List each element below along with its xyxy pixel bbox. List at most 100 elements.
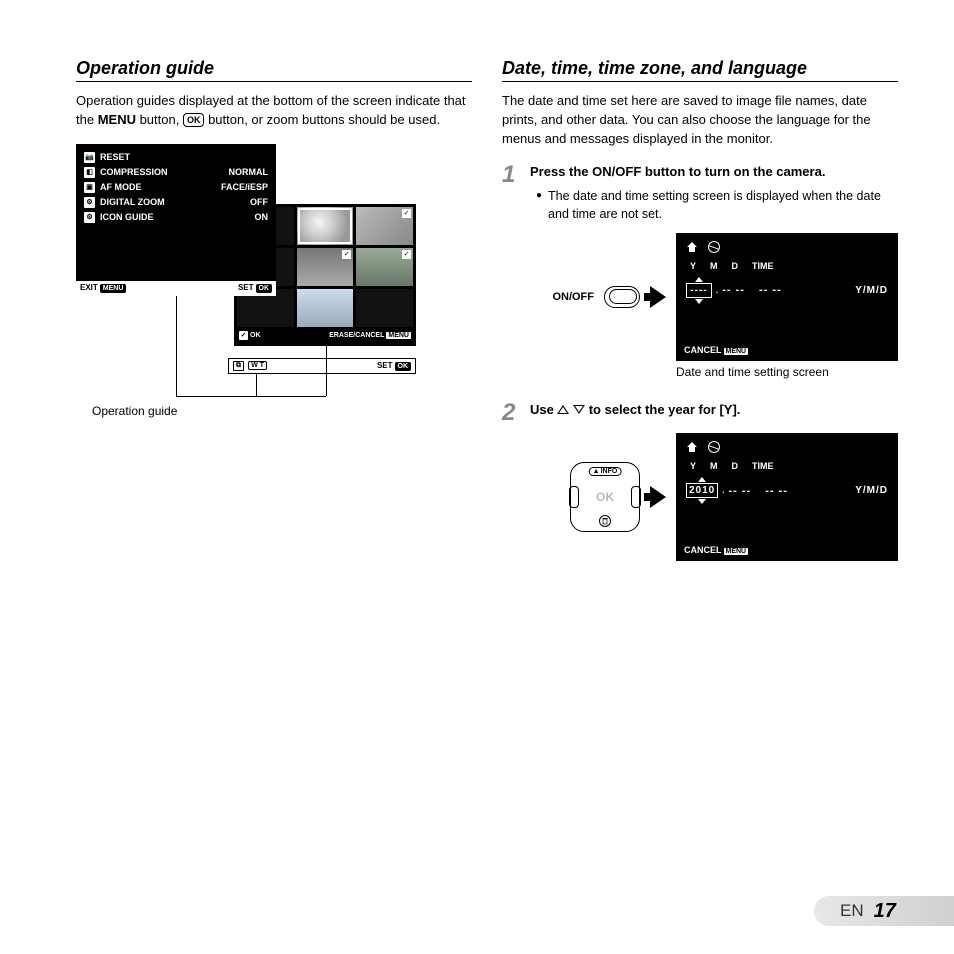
step1-figure: ON/OFF Y M D TIME [530, 233, 898, 361]
triangle-up-icon [695, 277, 703, 282]
check-icon: ✓ [402, 209, 411, 218]
af-icon: ▣ [84, 182, 95, 193]
thumb: ✓ [297, 248, 354, 286]
triangle-down-icon [573, 405, 585, 414]
left-title: Operation guide [76, 58, 472, 82]
menu-value: FACE/iESP [221, 182, 268, 192]
step-text: Press the [530, 164, 592, 179]
set-label: SET [238, 283, 254, 292]
step1-caption: Date and time setting screen [676, 365, 898, 379]
cancel-label: CANCEL [684, 345, 722, 355]
menu-row: ⚙ DIGITAL ZOOM OFF [84, 195, 268, 210]
intro-text3: button, or zoom buttons should be used. [204, 112, 440, 127]
thumb [297, 289, 354, 327]
month-dash: -- -- [722, 284, 745, 296]
figure-caption: Operation guide [92, 404, 177, 418]
menu-row: ◧ COMPRESSION NORMAL [84, 165, 268, 180]
left-intro: Operation guides displayed at the bottom… [76, 92, 472, 130]
thumb [356, 289, 413, 327]
step-1: 1 Press the ON/OFF button to turn on the… [502, 163, 898, 379]
check-icon: ✓ [342, 250, 351, 259]
arrow-pad-icon: ▲INFO OK [570, 462, 640, 532]
menu-label: ICON GUIDE [100, 212, 250, 222]
right-column: Date, time, time zone, and language The … [502, 58, 898, 563]
menu-chip: MENU [386, 332, 411, 339]
ds-head: Y M D TIME [686, 261, 888, 271]
d-label: D [732, 461, 739, 471]
thumb: ✓ [356, 207, 413, 245]
menu-chip: MENU [724, 348, 749, 355]
date-time-screen: Y M D TIME ---- . -- -- -- -- Y/M/D [676, 233, 898, 361]
menu-label: DIGITAL ZOOM [100, 197, 245, 207]
thumb: ✓ [356, 248, 413, 286]
d-label: D [732, 261, 739, 271]
zoom-icon: ⧉ [233, 361, 244, 371]
menu-value: OFF [250, 197, 268, 207]
zoom-bar: ⧉ W T SETOK [228, 358, 416, 374]
camera-icon: 📷 [84, 152, 95, 163]
onoff-word: ON/OFF [592, 164, 641, 179]
page-footer: EN 17 [814, 896, 954, 926]
triangle-up-icon [557, 405, 569, 414]
triangle-up-icon [698, 477, 706, 482]
ymd-format: Y/M/D [855, 485, 888, 496]
arrow-icon [650, 486, 666, 508]
date-time-screen-2: Y M D TIME 2010 . -- -- -- -- Y/M/D [676, 433, 898, 561]
menu-word: MENU [98, 112, 136, 127]
menu-label: COMPRESSION [100, 167, 224, 177]
set-label: SET [377, 361, 393, 370]
y-label: Y [690, 261, 696, 271]
menu-chip: MENU [100, 284, 127, 293]
ds-row: ---- . -- -- -- -- Y/M/D [686, 277, 888, 304]
y-label: Y [690, 461, 696, 471]
time-label: TIME [752, 461, 774, 471]
bullet-text: The date and time setting screen is disp… [548, 187, 898, 223]
language-label: EN [840, 901, 864, 921]
onoff-label: ON/OFF [552, 291, 594, 303]
time-label: TIME [752, 261, 774, 271]
home-icon [686, 241, 698, 253]
callout-line [326, 346, 327, 396]
menu-label: RESET [100, 152, 263, 162]
time-dash: -- -- [765, 485, 788, 497]
month-dash: -- -- [728, 485, 751, 497]
step-text: to select the year for [Y]. [585, 402, 740, 417]
callout-line [256, 374, 257, 396]
compression-icon: ◧ [84, 167, 95, 178]
step-2: 2 Use to select the year for [Y]. ▲INFO … [502, 401, 898, 563]
menu-row: 📷 RESET [84, 150, 268, 165]
globe-icon [708, 441, 720, 453]
triangle-down-icon [695, 299, 703, 304]
ds-footer: CANCELMENU [684, 345, 748, 355]
callout-line [176, 296, 177, 396]
info-button-icon: ▲INFO [589, 467, 622, 476]
ok-chip: OK [256, 284, 273, 293]
triangle-down-icon [698, 499, 706, 504]
m-label: M [710, 461, 718, 471]
menu-label: AF MODE [100, 182, 216, 192]
onoff-button-icon [604, 286, 640, 308]
year-stepper: ---- [686, 277, 712, 304]
wrench-icon: ⚙ [84, 212, 95, 223]
trash-icon [599, 515, 611, 527]
menu-value: NORMAL [229, 167, 269, 177]
cancel-label: CANCEL [684, 545, 722, 555]
step-number: 2 [502, 401, 522, 563]
bullet-dot: ● [536, 187, 542, 223]
ok-chip: OK [395, 362, 412, 371]
step1-bullet: ● The date and time setting screen is di… [536, 187, 898, 223]
ymd-format: Y/M/D [855, 285, 888, 296]
operation-guide-figure: ✓ ✓ ✓ ✓OK ERASE/CANCELMENU 📷RESET ◧COMPR… [76, 144, 456, 434]
intro-text2: button, [136, 112, 183, 127]
step-text: Use [530, 402, 557, 417]
menu-row: ⚙ICON GUIDEON [84, 210, 268, 225]
ds-head: Y M D TIME [686, 461, 888, 471]
year-stepper: 2010 [686, 477, 718, 504]
wrench-icon: ⚙ [84, 197, 95, 208]
year-value: 2010 [686, 483, 718, 498]
erase-label: ERASE/CANCEL [329, 332, 384, 339]
step-number: 1 [502, 163, 522, 379]
check-icon: ✓ [402, 250, 411, 259]
m-label: M [710, 261, 718, 271]
menu-chip: MENU [724, 548, 749, 555]
